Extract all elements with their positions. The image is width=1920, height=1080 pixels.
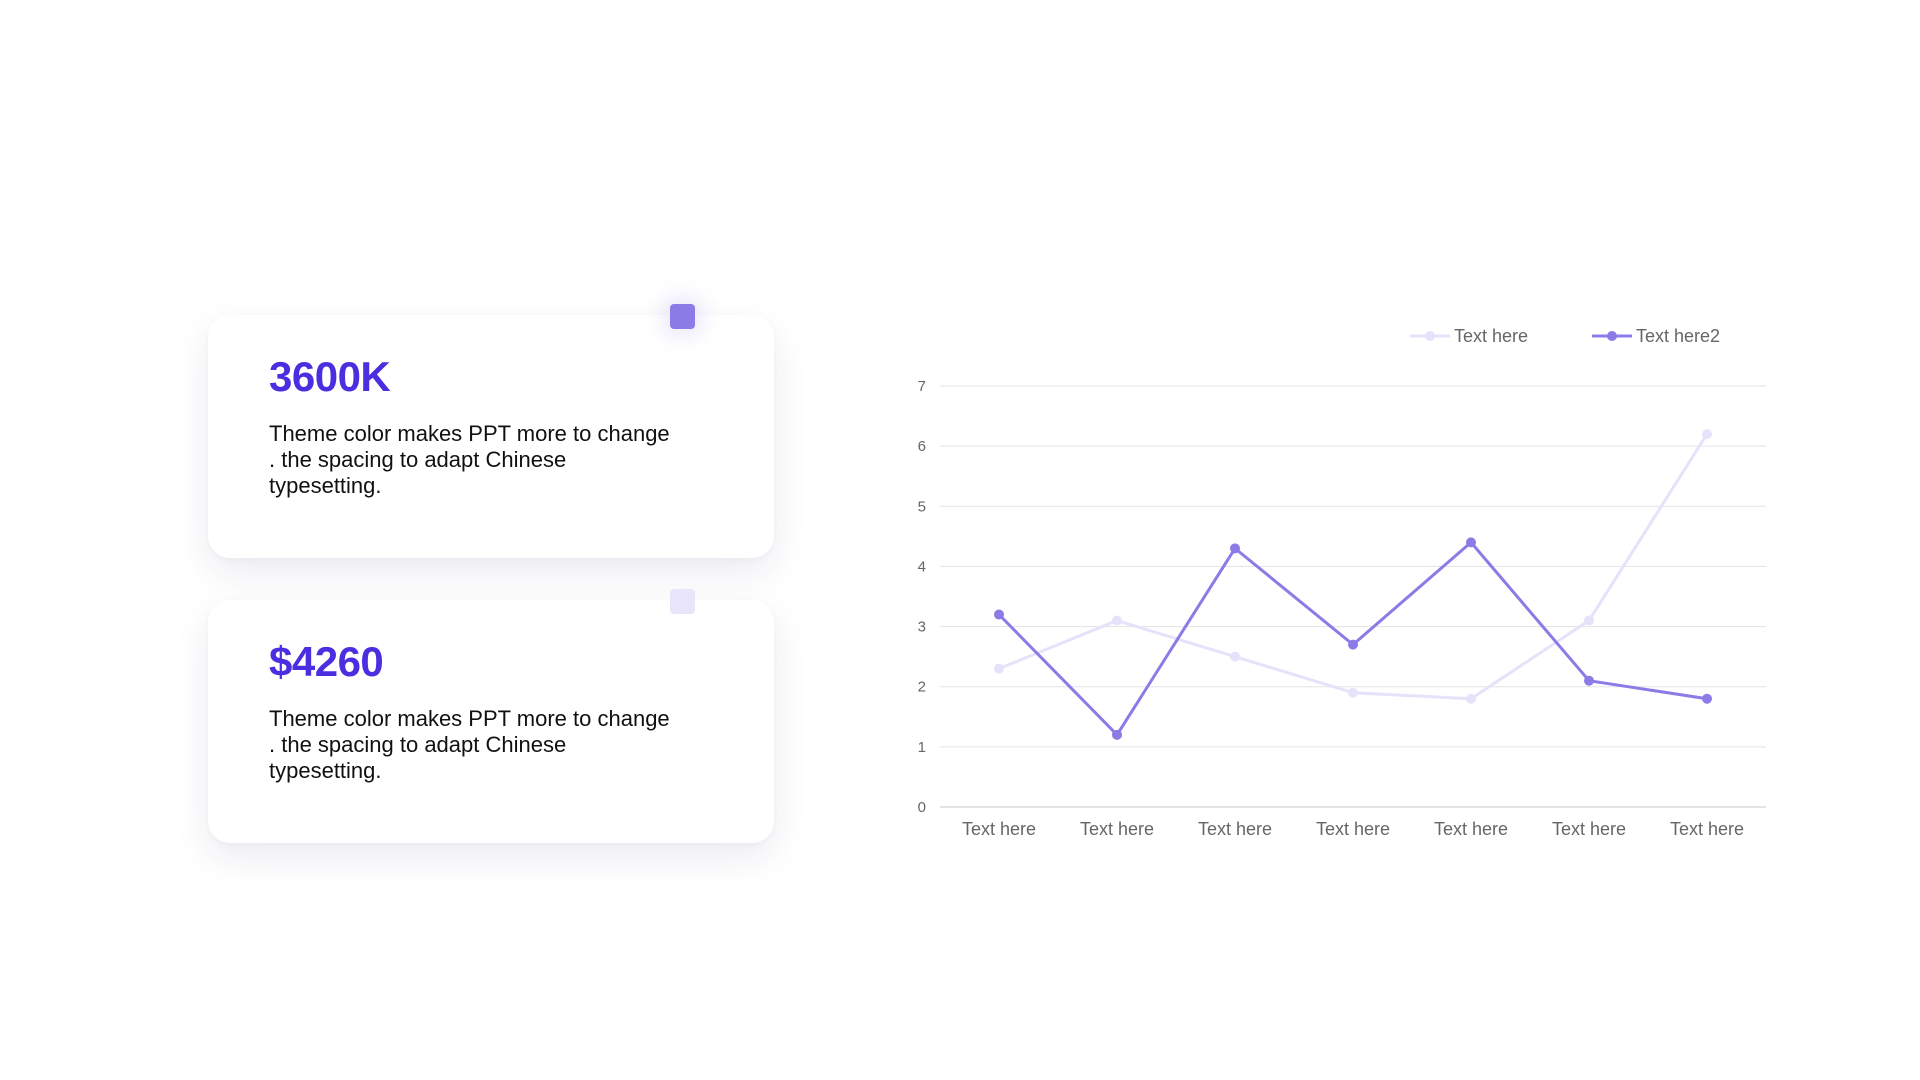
data-point-series-1 bbox=[1466, 693, 1476, 704]
stat-card-2: $4260 Theme color makes PPT more to chan… bbox=[208, 589, 774, 843]
data-point-series-1 bbox=[1702, 429, 1712, 440]
line-chart-svg: 0 1 2 3 4 5 6 7 Text here Text here Text here Text … bbox=[918, 326, 1766, 839]
y-tick-label: 5 bbox=[918, 498, 926, 515]
y-tick-label: 4 bbox=[918, 558, 926, 575]
card-value: $4260 bbox=[269, 638, 384, 685]
x-tick-label: Text here bbox=[1670, 819, 1744, 839]
data-point-series-1 bbox=[994, 663, 1004, 674]
y-tick-label: 1 bbox=[918, 739, 926, 756]
data-point-series-2 bbox=[1348, 639, 1358, 650]
card-description: Theme color makes PPT more to change . t… bbox=[269, 706, 670, 783]
series-line-2 bbox=[997, 540, 1709, 737]
card-value: 3600K bbox=[269, 353, 391, 400]
data-point-series-2 bbox=[1584, 675, 1594, 686]
y-tick-label: 3 bbox=[918, 619, 926, 636]
x-tick-label: Text here bbox=[1316, 819, 1390, 839]
data-point-series-1 bbox=[1230, 651, 1240, 662]
data-point-series-1 bbox=[1348, 687, 1358, 698]
y-tick-label: 7 bbox=[918, 378, 926, 395]
stat-card-1: 3600K Theme color makes PPT more to chan… bbox=[208, 304, 774, 558]
x-tick-label: Text here bbox=[1198, 819, 1272, 839]
card-description: Theme color makes PPT more to change . t… bbox=[269, 421, 670, 498]
data-point-series-2 bbox=[1702, 693, 1712, 704]
data-point-series-2 bbox=[1466, 537, 1476, 548]
data-point-series-2 bbox=[1112, 729, 1122, 740]
y-tick-label: 6 bbox=[918, 438, 926, 455]
data-point-series-2 bbox=[1230, 543, 1240, 554]
legend-label: Text here bbox=[1454, 326, 1528, 346]
y-tick-label: 2 bbox=[918, 679, 926, 696]
data-point-series-2 bbox=[994, 609, 1004, 620]
data-point-series-1 bbox=[1584, 615, 1594, 626]
line-chart: 0 1 2 3 4 5 6 7 Text here Text here Text here Text … bbox=[880, 310, 1800, 850]
y-tick-label: 0 bbox=[918, 799, 926, 816]
x-tick-label: Text here bbox=[1552, 819, 1626, 839]
x-tick-label: Text here bbox=[1434, 819, 1508, 839]
legend-marker bbox=[1425, 331, 1435, 341]
legend-marker bbox=[1607, 331, 1617, 341]
data-point-series-1 bbox=[1112, 615, 1122, 626]
card-marker-light bbox=[670, 589, 695, 614]
card-marker-dark bbox=[670, 304, 695, 329]
x-tick-label: Text here bbox=[962, 819, 1036, 839]
x-tick-label: Text here bbox=[1080, 819, 1154, 839]
legend-label: Text here2 bbox=[1636, 326, 1720, 346]
